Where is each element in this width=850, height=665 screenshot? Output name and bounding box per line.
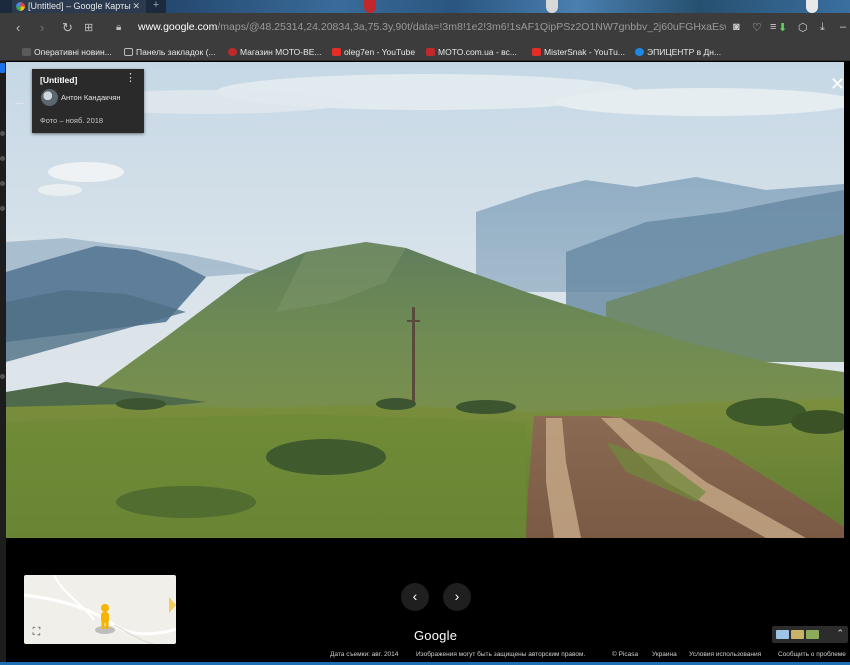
bookmark-item[interactable]: oleg7en - YouTube: [332, 45, 415, 59]
bookmark-label: Оперативні новин...: [34, 47, 112, 57]
youtube-icon: [332, 48, 341, 56]
imagery-layers-control[interactable]: ⌃: [772, 626, 848, 643]
sidebar-icon[interactable]: [0, 181, 5, 186]
prev-photo-button[interactable]: ‹: [401, 583, 429, 611]
url-path: /maps/@48.25314,24.20834,3a,75.3y,90t/da…: [217, 21, 726, 33]
pegman-icon[interactable]: [93, 603, 117, 635]
url-field[interactable]: www.google.com/maps/@48.25314,24.20834,3…: [138, 21, 726, 33]
bookmark-item[interactable]: Магазин МОТО-ВЕ...: [228, 45, 322, 59]
copyright-notice: Изображения могут быть защищены авторски…: [416, 651, 586, 658]
minimap[interactable]: ⛶: [24, 575, 176, 644]
back-nav-icon[interactable]: ‹: [16, 21, 20, 35]
forward-nav-icon[interactable]: ›: [40, 21, 44, 35]
download-extension-icon[interactable]: ⬇: [778, 21, 787, 34]
minimize-icon[interactable]: –: [840, 21, 846, 33]
photo-info-card: [Untitled] ⋮ Антон Кандакчян Фото – нояб…: [32, 69, 144, 133]
capture-date: Дата съемки: авг. 2014: [330, 651, 399, 658]
layers-expand-icon[interactable]: ⌃: [836, 628, 844, 639]
photo-date: Фото – нояб. 2018: [40, 116, 104, 125]
report-link[interactable]: Сообщить о проблеме: [778, 651, 846, 658]
google-logo: Google: [414, 628, 458, 643]
next-photo-button[interactable]: ›: [443, 583, 471, 611]
mountain-landscape-image: [6, 62, 844, 538]
camera-icon[interactable]: ◙: [733, 21, 740, 33]
author-name[interactable]: Антон Кандакчян: [61, 93, 121, 102]
bookmark-label: ЭПИЦЕНТР в Дн...: [647, 47, 722, 57]
region-label: Украина: [652, 651, 677, 658]
layer-thumb[interactable]: [791, 630, 804, 639]
author-avatar[interactable]: [41, 89, 58, 106]
layer-thumb[interactable]: [806, 630, 819, 639]
url-host: www.google.com: [138, 21, 218, 33]
downloads-icon[interactable]: ⤓: [820, 21, 825, 34]
bookmark-icon: [22, 48, 31, 56]
bookmark-label: Панель закладок (...: [136, 47, 216, 57]
more-options-icon[interactable]: ⋮: [125, 73, 136, 84]
panorama-photo[interactable]: [6, 62, 844, 538]
layer-thumb[interactable]: [776, 630, 789, 639]
bookmark-folder[interactable]: Панель закладок (...: [124, 45, 216, 59]
new-tab-button[interactable]: +: [150, 0, 162, 12]
lock-icon[interactable]: 🔒︎: [116, 21, 121, 35]
expand-map-icon[interactable]: ⛶: [29, 625, 44, 640]
sidebar-icon[interactable]: [0, 374, 5, 379]
folder-icon: [124, 48, 133, 56]
close-icon[interactable]: ✕: [830, 75, 845, 93]
tab-title: [Untitled] – Google Карты: [28, 1, 131, 11]
bookmark-item[interactable]: Оперативні новин...: [22, 45, 112, 59]
sidebar-icon[interactable]: [0, 156, 5, 161]
bookmark-label: oleg7en - YouTube: [344, 47, 416, 57]
active-tab[interactable]: [Untitled] – Google Карты ✕: [12, 0, 146, 13]
photo-title[interactable]: [Untitled]: [40, 75, 77, 85]
menu-lines-icon[interactable]: ≡: [770, 21, 776, 33]
bookmark-item[interactable]: ЭПИЦЕНТР в Дн...: [635, 45, 721, 59]
reload-icon[interactable]: ↻: [62, 21, 73, 35]
browser-tab-strip: [Untitled] – Google Карты ✕ +: [0, 0, 850, 13]
youtube-icon: [532, 48, 541, 56]
back-arrow-icon[interactable]: ←: [13, 93, 27, 109]
sidebar-icon[interactable]: [0, 206, 5, 211]
moto-shop-icon: [228, 48, 237, 56]
tab-close-icon[interactable]: ✕: [132, 0, 140, 12]
terms-link[interactable]: Условия использования: [689, 651, 761, 658]
heart-icon[interactable]: ♡: [752, 21, 762, 34]
sidebar-active-indicator: [0, 63, 5, 73]
epicentr-icon: [635, 48, 644, 56]
picasa-credit[interactable]: © Picasa: [612, 651, 638, 658]
bookmarks-bar: Оперативні новин... Панель закладок (...…: [0, 43, 850, 61]
bookmark-item[interactable]: MOTO.com.ua - вс...: [426, 45, 517, 59]
address-bar: ‹ › ↻ ⊞ 🔒︎ www.google.com/maps/@48.25314…: [0, 13, 850, 43]
moto-site-icon: [426, 48, 435, 56]
wallpaper-shape: [546, 0, 558, 13]
speed-dial-icon[interactable]: ⊞: [84, 21, 93, 35]
bookmark-label: MOTO.com.ua - вс...: [438, 47, 517, 57]
bookmark-item[interactable]: MisterSnak - YouTu...: [532, 45, 625, 59]
wallpaper-shape: [806, 0, 818, 13]
desktop-wallpaper-strip: [166, 0, 850, 13]
cube-extension-icon[interactable]: ⬡: [798, 21, 808, 34]
wallpaper-shape: [364, 0, 376, 13]
screen: [Untitled] – Google Карты ✕ + ‹ › ↻ ⊞ 🔒︎…: [0, 0, 850, 665]
bookmark-label: MisterSnak - YouTu...: [544, 47, 625, 57]
sidebar-icon[interactable]: [0, 131, 5, 136]
google-maps-favicon-icon: [16, 2, 25, 11]
bookmark-label: Магазин МОТО-ВЕ...: [240, 47, 322, 57]
